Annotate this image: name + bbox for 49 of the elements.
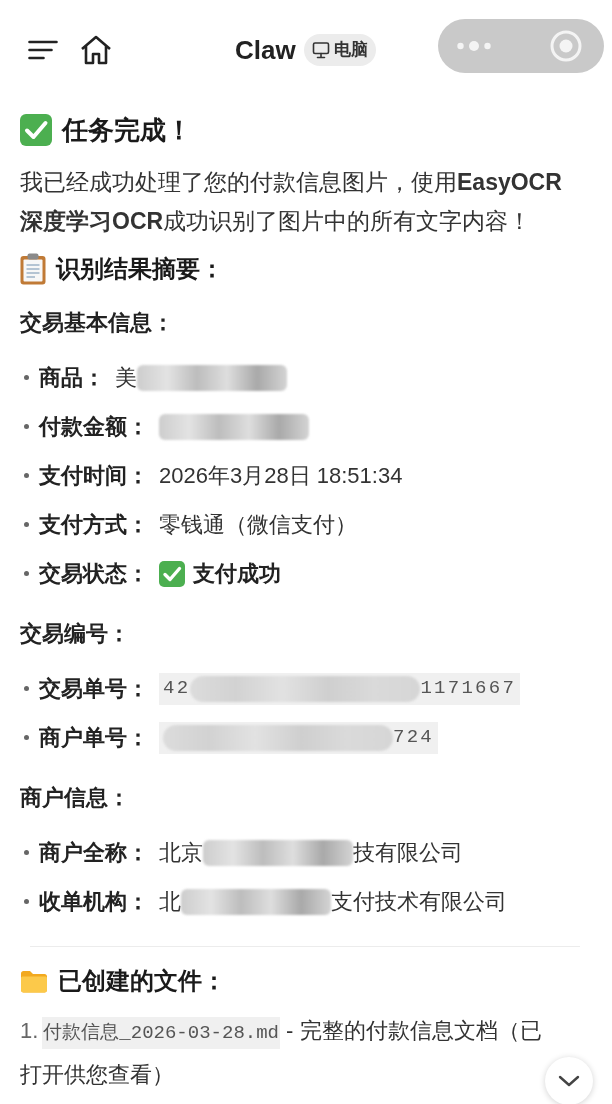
- section-title: 交易基本信息：: [20, 309, 175, 337]
- code-text: 42: [163, 676, 191, 702]
- bullet-icon: [24, 850, 29, 855]
- field-value: 北京: [159, 839, 203, 867]
- code-text: 1171667: [420, 676, 517, 702]
- menu-icon[interactable]: [28, 40, 58, 60]
- chevron-down-icon: [558, 1075, 580, 1087]
- field-label: 商品：: [39, 364, 105, 392]
- bullet-icon: [24, 424, 29, 429]
- bullet-icon: [24, 899, 29, 904]
- field-label: 支付时间：: [39, 462, 149, 490]
- message-heading: 任务完成！: [62, 113, 192, 147]
- check-icon: [20, 114, 52, 146]
- code-text: 724: [393, 725, 435, 751]
- bullet-icon: [24, 571, 29, 576]
- bullet-icon: [24, 375, 29, 380]
- clipboard-icon: [20, 253, 46, 285]
- field-label: 商户全称：: [39, 839, 149, 867]
- field-value: 技有限公司: [353, 839, 463, 867]
- home-icon[interactable]: [80, 35, 112, 65]
- app-title: Claw: [235, 34, 296, 66]
- check-icon: [159, 560, 185, 587]
- file-list-item: 1. 付款信息_2026-03-28.md - 完整的付款信息文档（已打开供您查看）: [20, 1016, 543, 1089]
- section-heading: 已创建的文件：: [58, 966, 226, 996]
- monitor-icon: [311, 41, 330, 59]
- badge-label: 电脑: [333, 39, 368, 62]
- status-text: 支付成功: [193, 560, 281, 588]
- scroll-down-button[interactable]: [545, 1057, 593, 1104]
- section-title: 交易编号：: [20, 620, 131, 648]
- section-heading: 识别结果摘要：: [56, 254, 224, 284]
- folder-icon: [20, 969, 48, 993]
- field-label: 交易状态：: [39, 560, 149, 588]
- bullet-icon: [24, 735, 29, 740]
- bullet-icon: [24, 686, 29, 691]
- message-text: 我已经成功处理了您的付款信息图片，使用EasyOCR深度学习OCR成功识别了图片中的所有文字内容！: [20, 168, 563, 236]
- field-label: 交易单号：: [39, 675, 149, 703]
- file-name[interactable]: 付款信息_2026-03-28.md: [42, 1017, 280, 1049]
- field-label: 商户单号：: [39, 724, 149, 752]
- field-label: 付款金额：: [39, 413, 149, 441]
- field-value: 美: [115, 364, 137, 392]
- field-value: 支付技术有限公司: [331, 888, 507, 916]
- field-value: 2026年3月28日 18:51:34: [159, 462, 403, 490]
- field-value: 零钱通（微信支付）: [159, 511, 357, 539]
- bullet-icon: [24, 473, 29, 478]
- bullet-icon: [24, 522, 29, 527]
- section-title: 商户信息：: [20, 784, 131, 812]
- field-label: 支付方式：: [39, 511, 149, 539]
- field-label: 收单机构：: [39, 888, 149, 916]
- field-value: 北: [159, 888, 181, 916]
